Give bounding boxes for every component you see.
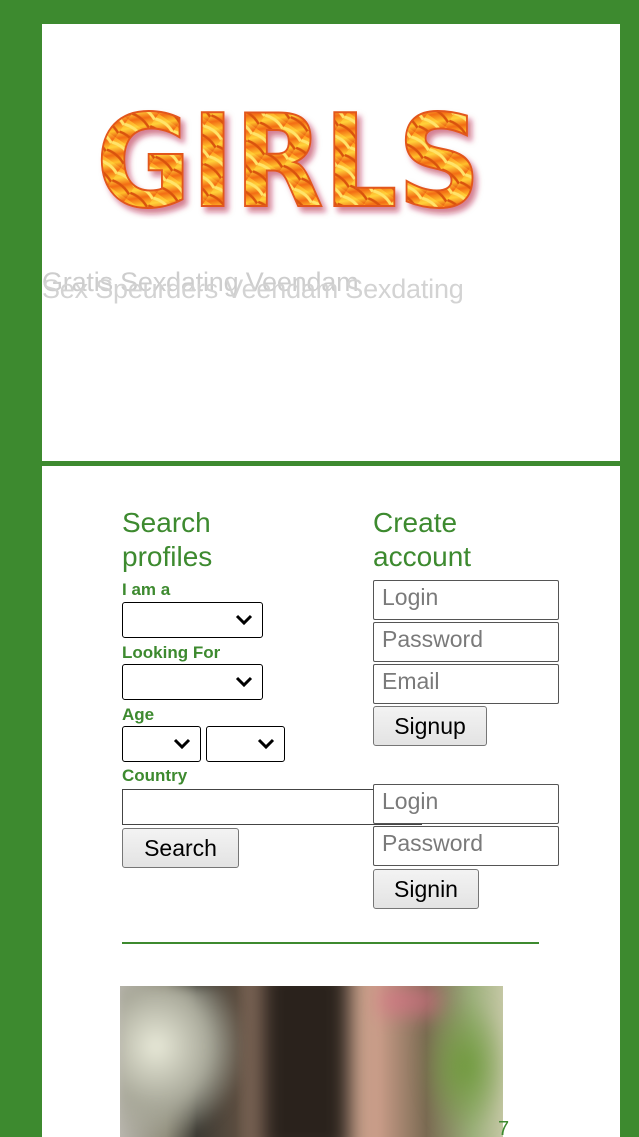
site-header: GIRLS Gratis Sexdating Veendam Sex Speur… [42, 24, 620, 461]
photo-blur-detail [420, 996, 503, 1136]
photo-blur-detail [120, 986, 240, 1137]
chevron-down-icon [235, 676, 253, 688]
signin-button[interactable]: Signin [373, 869, 479, 909]
i-am-select[interactable] [122, 602, 263, 638]
section-divider [122, 942, 539, 944]
i-am-label: I am a [122, 580, 171, 599]
chevron-down-icon [235, 614, 253, 626]
search-profiles-title: Search profiles [122, 507, 213, 572]
signup-login-input[interactable]: Login [373, 580, 559, 620]
age-label: Age [122, 705, 155, 724]
age-min-select[interactable] [122, 726, 201, 762]
search-button[interactable]: Search [122, 828, 239, 868]
create-account-title: Create account [373, 507, 472, 572]
signup-button[interactable]: Signup [373, 706, 487, 746]
signup-password-input[interactable]: Password [373, 622, 559, 662]
logo-text: GIRLS [96, 94, 481, 219]
signin-password-input[interactable]: Password [373, 826, 559, 866]
chevron-down-icon [173, 738, 191, 750]
photo-blur-detail [260, 986, 350, 1137]
profile-number: 7 [498, 1118, 510, 1137]
signin-login-input[interactable]: Login [373, 784, 559, 824]
looking-for-select[interactable] [122, 664, 263, 700]
signup-email-input[interactable]: Email [373, 664, 559, 704]
looking-for-label: Looking For [122, 643, 221, 662]
profile-photo[interactable] [120, 986, 503, 1137]
age-max-select[interactable] [206, 726, 285, 762]
site-logo[interactable]: GIRLS [92, 94, 487, 219]
girls-logo-image: GIRLS [95, 94, 482, 219]
chevron-down-icon [257, 738, 275, 750]
main-content: Search profiles I am a Looking For Age C… [42, 466, 620, 1137]
tagline-speurders: Sex Speurders Veendam Sexdating [42, 274, 464, 304]
country-label: Country [122, 766, 188, 785]
